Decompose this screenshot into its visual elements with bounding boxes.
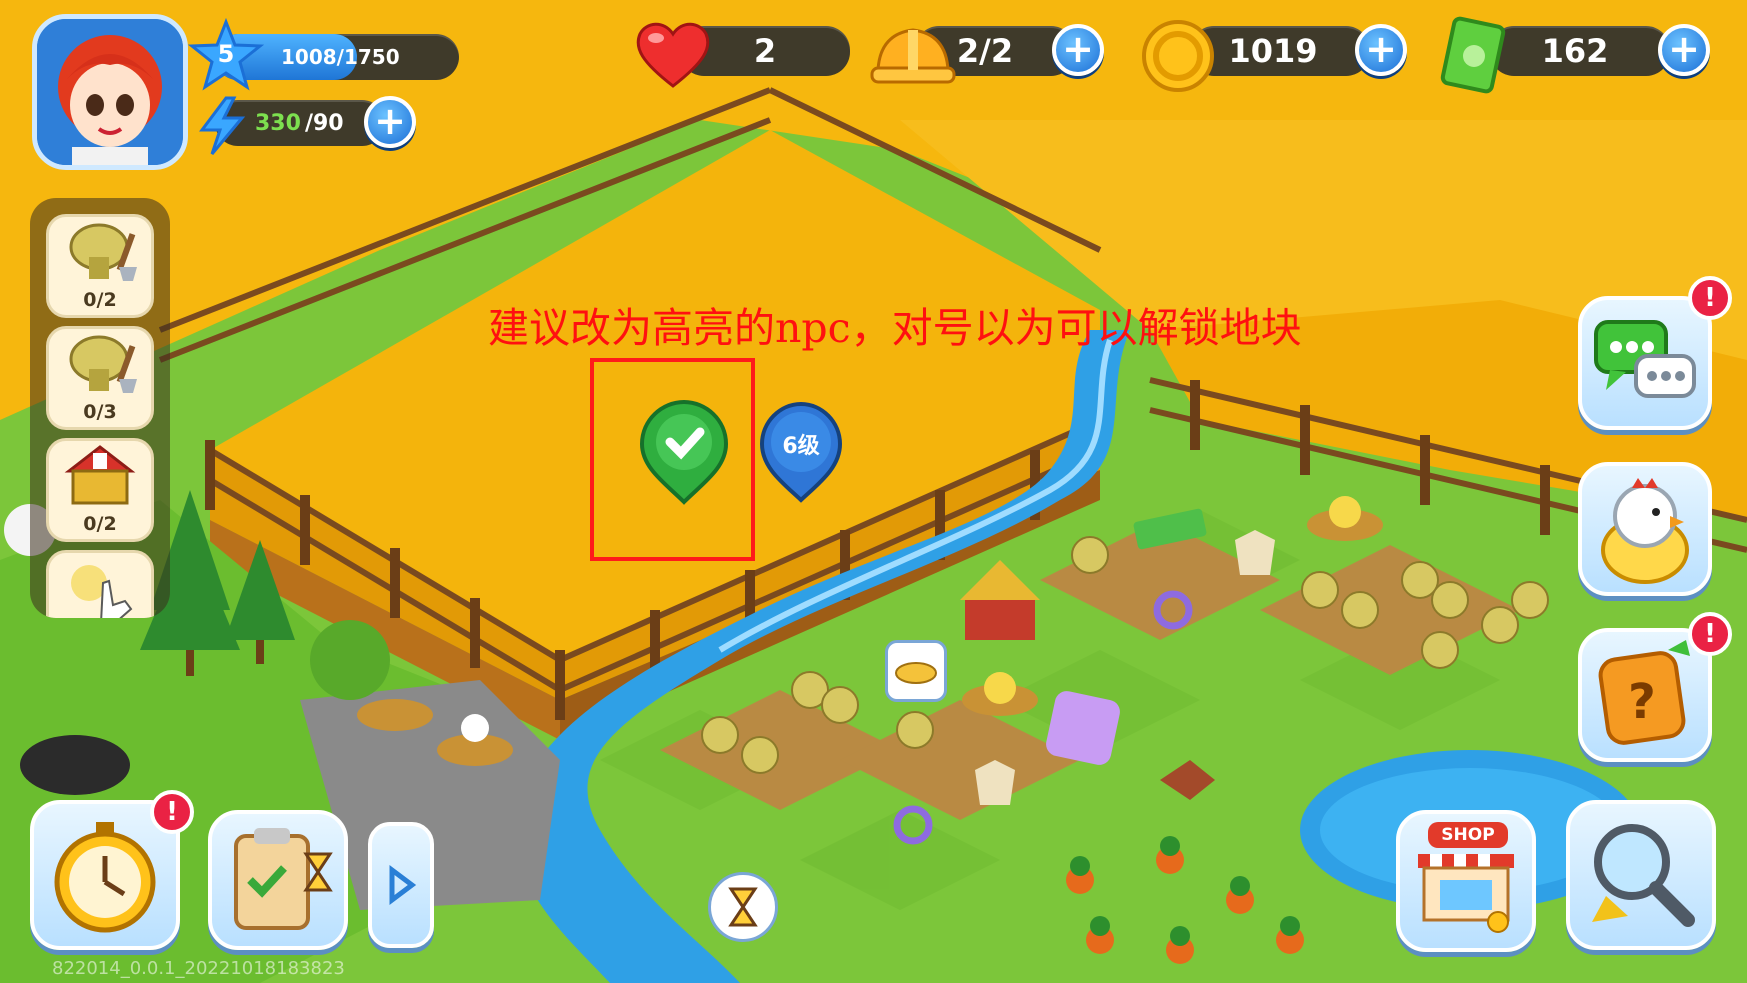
harvest-request-bubble[interactable] bbox=[885, 640, 947, 702]
tasks-button[interactable] bbox=[208, 810, 348, 950]
add-cash-button[interactable]: + bbox=[1658, 24, 1710, 76]
player-avatar[interactable] bbox=[32, 14, 188, 170]
mystery-box-icon: ? bbox=[1598, 640, 1690, 745]
chat-button[interactable] bbox=[1578, 296, 1712, 430]
player-portrait-icon bbox=[37, 19, 183, 165]
lightning-icon bbox=[196, 96, 248, 160]
quest-item[interactable]: 0/2 bbox=[46, 438, 154, 542]
quest-progress: 0/2 bbox=[83, 289, 117, 311]
add-energy-button[interactable]: + bbox=[364, 96, 416, 148]
magnifier-icon bbox=[1592, 824, 1695, 927]
cash-icon bbox=[1436, 16, 1512, 100]
cash-counter: 162 bbox=[1490, 26, 1670, 76]
hard-hat-icon bbox=[870, 20, 956, 94]
chevron-right-icon bbox=[389, 865, 417, 905]
review-annotation-box bbox=[590, 358, 755, 561]
quest-progress: 0/3 bbox=[83, 401, 117, 423]
unlock-level-label: 6级 bbox=[782, 434, 820, 459]
coins-counter: 1019 bbox=[1190, 26, 1370, 76]
shop-button[interactable]: SHOP bbox=[1396, 810, 1536, 952]
chick-egg-icon bbox=[1601, 478, 1689, 584]
build-version: 822014_0.0.1_20221018183823 bbox=[52, 958, 345, 979]
builders-value: 2/2 bbox=[956, 32, 1014, 70]
chick-button[interactable] bbox=[1578, 462, 1712, 596]
heart-icon bbox=[632, 18, 714, 94]
shop-label: SHOP bbox=[1428, 822, 1508, 848]
mystery-notification-badge: ! bbox=[1688, 612, 1732, 656]
level-star-icon: 5 bbox=[187, 17, 265, 94]
svg-text:?: ? bbox=[1628, 674, 1656, 730]
coins-value: 1019 bbox=[1228, 32, 1318, 70]
chat-icon bbox=[1594, 320, 1696, 398]
quest-item[interactable]: 0/3 bbox=[46, 326, 154, 430]
energy-max: /90 bbox=[304, 110, 344, 136]
hay-icon bbox=[895, 662, 937, 684]
mystery-box-button[interactable]: ? bbox=[1578, 628, 1712, 762]
quest-item[interactable] bbox=[46, 550, 154, 618]
level-lock-pin[interactable]: 6级 bbox=[756, 400, 846, 504]
expand-toolbar-button[interactable] bbox=[368, 822, 434, 948]
chat-notification-badge: ! bbox=[1688, 276, 1732, 320]
timer-bubble[interactable] bbox=[708, 872, 778, 942]
hearts-value: 2 bbox=[753, 32, 777, 70]
quest-list[interactable]: 0/2 0/3 0/2 bbox=[30, 198, 170, 618]
wheat-shovel-icon bbox=[69, 335, 137, 393]
clipboard-check-icon bbox=[234, 828, 333, 930]
review-annotation-text: 建议改为高亮的npc，对号以为可以解锁地块 bbox=[488, 304, 1302, 352]
hand-tap-icon bbox=[71, 565, 133, 618]
add-builder-button[interactable]: + bbox=[1052, 24, 1104, 76]
hourglass-icon bbox=[728, 887, 758, 927]
timer-notification-badge: ! bbox=[150, 790, 194, 834]
search-button[interactable] bbox=[1566, 800, 1716, 950]
level-number: 5 bbox=[217, 40, 235, 68]
coin-icon bbox=[1140, 18, 1216, 98]
quest-item[interactable]: 0/2 bbox=[46, 214, 154, 318]
wheat-shovel-icon bbox=[69, 223, 137, 281]
quest-progress: 0/2 bbox=[83, 513, 117, 535]
xp-text: 1008/1750 bbox=[281, 45, 400, 69]
barn-icon bbox=[64, 445, 136, 505]
cash-value: 162 bbox=[1541, 32, 1609, 70]
add-coins-button[interactable]: + bbox=[1355, 24, 1407, 76]
energy-current: 330 bbox=[255, 110, 301, 136]
